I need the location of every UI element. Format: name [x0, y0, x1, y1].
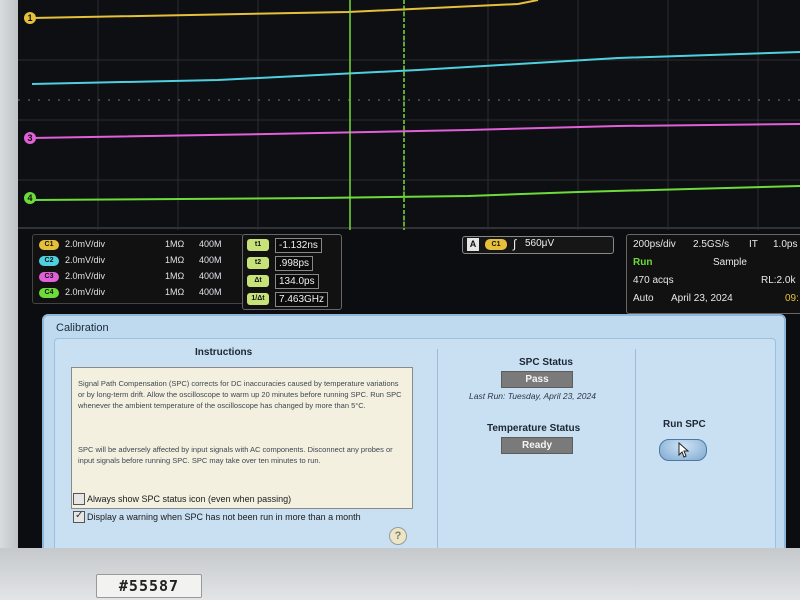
record-length: RL:2.0k — [761, 275, 796, 286]
instructions-box: Signal Path Compensation (SPC) corrects … — [71, 367, 413, 509]
temperature-status-heading: Temperature Status — [487, 423, 581, 434]
channel-badge: C2 — [39, 256, 59, 266]
readout-bar: C1 2.0mV/div 1MΩ 400M C2 2.0mV/div 1MΩ 4… — [18, 232, 800, 314]
ch1-ground-marker[interactable]: 1 — [24, 12, 36, 24]
acq-mode-code: IT — [749, 239, 758, 250]
cursor-row: t1 -1.132ns — [247, 237, 339, 254]
cursor-value: -1.132ns — [275, 238, 322, 253]
sample-rate: 2.5GS/s — [693, 239, 730, 250]
trigger-slope-icon: ∫ — [513, 237, 517, 251]
temperature-status-badge: Ready — [501, 437, 573, 454]
calibration-title: Calibration — [56, 322, 109, 334]
channel-impedance: 1MΩ — [165, 271, 185, 281]
last-run-text: Last Run: Tuesday, April 23, 2024 — [469, 391, 596, 401]
run-spc-button[interactable] — [659, 439, 707, 461]
horizontal-scale: 200ps/div — [633, 239, 676, 250]
cursor-row: 1/Δt 7.463GHz — [247, 291, 339, 308]
trigger-mode: Auto — [633, 293, 654, 304]
channel-bandwidth: 400M — [199, 287, 222, 297]
waveform-graticule — [18, 0, 800, 230]
spc-status-heading: SPC Status — [519, 357, 573, 368]
channel-settings-panel[interactable]: C1 2.0mV/div 1MΩ 400M C2 2.0mV/div 1MΩ 4… — [32, 234, 244, 304]
oscilloscope-screen: 1 3 4 C1 2.0mV/div 1MΩ 400M C2 2.0mV/div… — [18, 0, 800, 556]
trace-c4 — [31, 185, 800, 201]
mouse-pointer-icon — [678, 442, 690, 458]
monitor-bezel-left — [0, 0, 18, 560]
ch3-ground-marker[interactable]: 3 — [24, 132, 36, 144]
calibration-window: Calibration Instructions Signal Path Com… — [42, 314, 786, 556]
asset-tag-label: #55587 — [96, 574, 202, 598]
waveform-display[interactable]: 1 3 4 — [18, 0, 800, 230]
channel-row[interactable]: C1 2.0mV/div 1MΩ 400M — [39, 239, 239, 253]
channel-bandwidth: 400M — [199, 239, 222, 249]
ch4-ground-marker[interactable]: 4 — [24, 192, 36, 204]
channel-badge: C1 — [39, 240, 59, 250]
trigger-source-letter: A — [467, 238, 479, 251]
channel-bandwidth: 400M — [199, 255, 222, 265]
instructions-heading: Instructions — [195, 347, 253, 358]
channel-row[interactable]: C2 2.0mV/div 1MΩ 400M — [39, 255, 239, 269]
trigger-channel-badge: C1 — [485, 239, 507, 250]
section-divider — [437, 349, 438, 549]
channel-row[interactable]: C4 2.0mV/div 1MΩ 400M — [39, 287, 239, 301]
cursor-label: t2 — [247, 257, 269, 269]
channel-impedance: 1MΩ — [165, 239, 185, 249]
acquisition-count: 470 acqs — [633, 275, 674, 286]
instructions-paragraph: SPC will be adversely affected by input … — [78, 445, 393, 465]
always-show-status-label: Always show SPC status icon (even when p… — [87, 494, 292, 504]
trigger-readout[interactable]: A C1 ∫ 560μV — [462, 236, 614, 254]
channel-badge: C4 — [39, 288, 59, 298]
trace-c2 — [31, 51, 800, 85]
channel-volts-div: 2.0mV/div — [65, 239, 106, 249]
resolution: 1.0ps — [773, 239, 798, 250]
time-display: 09: — [785, 293, 799, 304]
spc-status-badge: Pass — [501, 371, 573, 388]
cursor-row: Δt 134.0ps — [247, 273, 339, 290]
channel-impedance: 1MΩ — [165, 255, 185, 265]
channel-volts-div: 2.0mV/div — [65, 287, 106, 297]
channel-row[interactable]: C3 2.0mV/div 1MΩ 400M — [39, 271, 239, 285]
cursor-readout-panel[interactable]: t1 -1.132ns t2 .998ps Δt 134.0ps 1/Δt 7.… — [242, 234, 342, 310]
run-spc-label: Run SPC — [663, 419, 706, 430]
cursor-row: t2 .998ps — [247, 255, 339, 272]
cursor-label: t1 — [247, 239, 269, 251]
cursor-label: Δt — [247, 275, 269, 287]
section-divider — [635, 349, 636, 549]
acquisition-panel[interactable]: 200ps/div 2.5GS/s IT 1.0ps Run Sample 47… — [626, 234, 800, 314]
cursor-value: .998ps — [275, 256, 314, 271]
instructions-paragraph: Signal Path Compensation (SPC) corrects … — [78, 379, 402, 410]
checkmark-icon: ✓ — [75, 510, 84, 521]
cursor-value: 7.463GHz — [275, 292, 329, 307]
run-state: Run — [633, 257, 653, 268]
channel-bandwidth: 400M — [199, 271, 222, 281]
always-show-status-checkbox[interactable] — [73, 493, 85, 505]
cursor-value: 134.0ps — [275, 274, 319, 289]
trigger-level: 560μV — [525, 238, 555, 249]
channel-impedance: 1MΩ — [165, 287, 185, 297]
date-display: April 23, 2024 — [671, 293, 733, 304]
acquisition-mode: Sample — [713, 257, 747, 268]
channel-volts-div: 2.0mV/div — [65, 271, 106, 281]
calibration-panel: Instructions Signal Path Compensation (S… — [54, 338, 776, 556]
channel-volts-div: 2.0mV/div — [65, 255, 106, 265]
display-warning-checkbox[interactable]: ✓ — [73, 510, 85, 523]
channel-badge: C3 — [39, 272, 59, 282]
trace-c3 — [31, 123, 800, 139]
trace-c1 — [31, 0, 539, 19]
help-icon[interactable]: ? — [389, 527, 407, 545]
cursor-label: 1/Δt — [247, 293, 269, 305]
display-warning-label: Display a warning when SPC has not been … — [87, 512, 361, 522]
